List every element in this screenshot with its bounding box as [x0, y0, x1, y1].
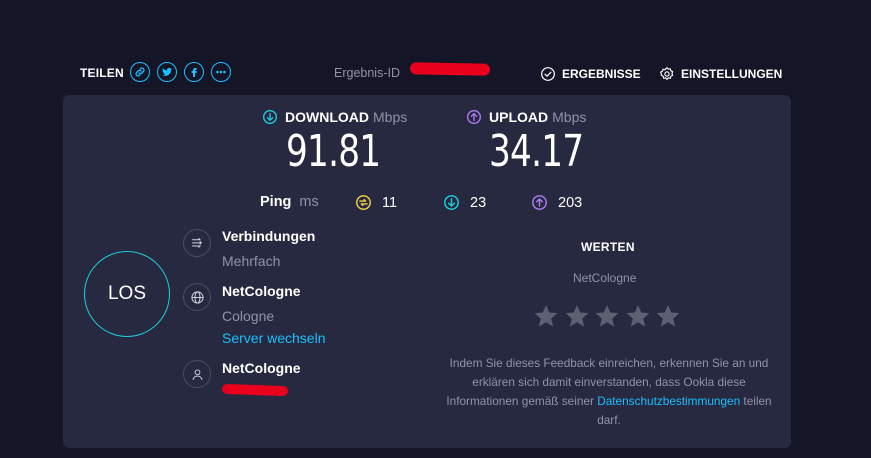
result-id-label: Ergebnis-ID — [334, 66, 400, 80]
link-icon — [135, 67, 145, 77]
upload-arrow-icon — [467, 110, 481, 124]
connections-title: Verbindungen — [222, 228, 316, 244]
results-link[interactable]: ERGEBNISSE — [540, 66, 641, 82]
go-button[interactable]: LOS — [84, 251, 170, 337]
globe-icon — [190, 290, 204, 304]
facebook-share-button[interactable] — [184, 62, 204, 82]
facebook-icon — [191, 68, 197, 77]
upload-value: 34.17 — [489, 126, 584, 177]
star-icon[interactable] — [594, 303, 620, 329]
change-server-link[interactable]: Server wechseln — [222, 330, 326, 346]
ping-download-value: 23 — [470, 194, 487, 211]
server-location: Cologne — [222, 308, 275, 324]
upload-label: UPLOAD — [489, 109, 549, 125]
twitter-icon — [162, 67, 172, 76]
star-icon[interactable] — [564, 303, 590, 329]
gear-icon — [660, 67, 674, 80]
rating-isp: NetCologne — [573, 271, 637, 285]
star-icon[interactable] — [533, 303, 559, 329]
download-value: 91.81 — [286, 126, 381, 177]
ping-idle-value: 11 — [382, 194, 398, 211]
rating-title: WERTEN — [581, 240, 635, 254]
upload-unit: Mbps — [552, 109, 587, 125]
share-label: TEILEN — [80, 66, 124, 80]
provider-name: NetCologne — [222, 360, 301, 376]
check-circle-icon — [541, 67, 555, 81]
ping-download-icon — [444, 195, 459, 210]
ping-unit: ms — [299, 194, 319, 210]
settings-link[interactable]: EINSTELLUNGEN — [659, 66, 782, 82]
ping-label-group: Ping ms — [260, 194, 319, 210]
download-label: DOWNLOAD — [285, 109, 369, 125]
more-share-button[interactable] — [211, 62, 231, 82]
provider-icon-wrap — [183, 360, 211, 388]
download-header: DOWNLOAD Mbps — [262, 109, 407, 125]
upload-header: UPLOAD Mbps — [466, 109, 586, 125]
connections-mode: Mehrfach — [222, 253, 281, 269]
redaction-mark — [409, 62, 491, 76]
feedback-legal-text: Indem Sie dieses Feedback einreichen, er… — [440, 354, 778, 430]
star-icon[interactable] — [625, 303, 651, 329]
star-rating[interactable] — [533, 303, 686, 329]
server-name: NetCologne — [222, 283, 301, 299]
twitter-share-button[interactable] — [157, 62, 177, 82]
ping-idle: 11 — [355, 194, 397, 211]
download-unit: Mbps — [373, 109, 408, 125]
link-share-button[interactable] — [130, 62, 150, 82]
ping-label: Ping — [260, 194, 292, 210]
settings-label: EINSTELLUNGEN — [681, 67, 783, 81]
results-label: ERGEBNISSE — [562, 67, 641, 81]
star-icon[interactable] — [655, 303, 681, 329]
connections-icon-wrap — [183, 229, 211, 257]
server-icon-wrap — [183, 283, 211, 311]
ping-upload-icon — [532, 195, 547, 210]
user-icon — [192, 368, 202, 380]
connections-icon — [191, 237, 202, 248]
ping-upload: 203 — [531, 194, 582, 211]
more-icon — [216, 70, 226, 74]
ping-download: 23 — [443, 194, 486, 211]
ping-upload-value: 203 — [558, 194, 583, 211]
download-arrow-icon — [263, 110, 277, 124]
ping-idle-icon — [356, 195, 371, 210]
privacy-policy-link[interactable]: Datenschutzbestimmungen — [597, 394, 740, 408]
